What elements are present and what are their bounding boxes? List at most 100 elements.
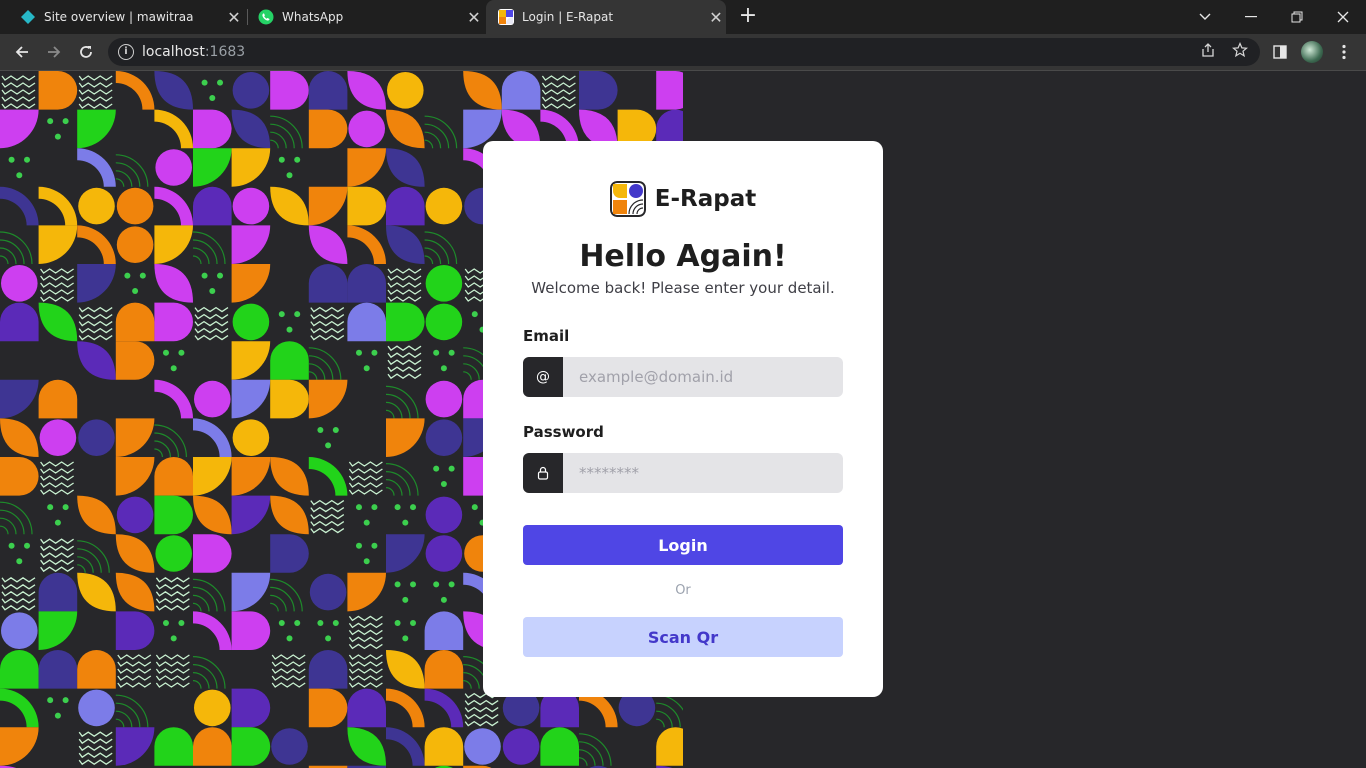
pattern-half-circle: [347, 186, 386, 226]
pattern-dots: [433, 581, 455, 603]
pattern-half-circle: [347, 302, 386, 342]
reload-icon: [80, 46, 92, 58]
side-panel-icon: [1273, 45, 1287, 59]
pattern-circle: [1, 265, 38, 302]
pattern-half-circle: [115, 341, 155, 380]
pattern-zigzag: [117, 654, 152, 688]
pattern-half-circle: [308, 650, 348, 689]
pattern-circle: [78, 419, 115, 457]
pattern-dots: [201, 79, 224, 102]
pattern-arcs: [424, 231, 458, 265]
pattern-zigzag: [1, 75, 36, 109]
info-icon[interactable]: i: [118, 44, 134, 60]
pattern-half-circle: [38, 379, 78, 419]
pattern-half-circle: [270, 71, 309, 110]
pattern-dots: [8, 156, 31, 179]
pattern-arcs: [308, 347, 342, 380]
share-icon[interactable]: [1198, 42, 1218, 62]
pattern-circle: [78, 187, 115, 225]
close-icon[interactable]: ✕: [464, 7, 484, 27]
reload-button[interactable]: [74, 40, 98, 64]
login-button[interactable]: Login: [523, 525, 843, 565]
pattern-half-circle: [193, 186, 232, 226]
pattern-zigzag: [387, 345, 422, 380]
pattern-circle: [39, 419, 77, 457]
pattern-dots: [355, 542, 378, 565]
pattern-arcs: [424, 115, 458, 149]
pattern-ring-arc: [77, 148, 116, 187]
menu-button[interactable]: [1332, 40, 1356, 64]
pattern-dots: [162, 349, 185, 372]
browser-tab-site-overview[interactable]: Site overview | mawitraa ✕: [8, 0, 244, 34]
pattern-leaf: [386, 109, 425, 149]
pattern-dots: [355, 349, 378, 372]
browser-toolbar: i localhost:1683: [0, 34, 1366, 70]
pattern-circle: [232, 419, 270, 457]
pattern-zigzag: [78, 75, 113, 109]
minimize-button[interactable]: [1228, 0, 1274, 34]
browser-tab-whatsapp[interactable]: WhatsApp ✕: [248, 0, 484, 34]
avatar: [1301, 41, 1323, 63]
pattern-half-circle: [231, 688, 271, 728]
pattern-zigzag: [1, 577, 36, 611]
or-divider-text: Or: [675, 583, 691, 598]
email-field[interactable]: [563, 357, 843, 397]
pattern-quarter-circle: [231, 457, 271, 496]
tab-search-button[interactable]: [1182, 0, 1228, 34]
pattern-half-circle: [115, 302, 155, 342]
pattern-arcs: [578, 733, 612, 766]
pattern-ring-arc: [386, 688, 425, 728]
pattern-zigzag: [40, 461, 74, 495]
pattern-leaf: [115, 534, 155, 573]
profile-button[interactable]: [1300, 40, 1324, 64]
pattern-leaf: [154, 71, 193, 110]
pattern-half-circle: [193, 534, 232, 573]
pattern-arcs: [77, 540, 110, 573]
pattern-ring-arc: [154, 379, 193, 419]
new-tab-button[interactable]: +: [736, 5, 760, 29]
close-icon[interactable]: ✕: [706, 7, 726, 27]
pattern-half-circle: [193, 109, 232, 149]
pattern-half-circle: [0, 302, 39, 342]
side-panel-button[interactable]: [1268, 40, 1292, 64]
pattern-arcs: [385, 385, 419, 419]
pattern-quarter-circle: [0, 109, 39, 149]
at-icon: @: [523, 357, 563, 397]
back-button[interactable]: [10, 40, 34, 64]
page-subtitle: Welcome back! Please enter your detail.: [531, 279, 835, 297]
star-icon[interactable]: [1230, 41, 1250, 62]
pattern-zigzag: [464, 692, 499, 727]
pattern-circle: [387, 72, 424, 109]
pattern-quarter-circle: [38, 225, 78, 264]
pattern-circle: [348, 110, 386, 148]
pattern-dots: [394, 619, 417, 642]
tab-title: Site overview | mawitraa: [44, 10, 194, 24]
pattern-ring-arc: [0, 186, 39, 226]
password-field[interactable]: [563, 453, 843, 493]
pattern-ring-arc: [424, 688, 464, 728]
pattern-arcs: [192, 656, 226, 689]
scan-qr-button[interactable]: Scan Qr: [523, 617, 843, 657]
pattern-half-circle: [424, 650, 464, 689]
pattern-half-circle: [424, 727, 464, 766]
arrow-right-icon: [48, 46, 61, 58]
pattern-half-circle: [386, 186, 425, 226]
pattern-arcs: [115, 694, 149, 728]
pattern-quarter-circle: [231, 495, 271, 535]
pattern-leaf: [154, 264, 193, 303]
pattern-leaf: [386, 650, 425, 689]
pattern-half-circle: [656, 71, 683, 110]
restore-button[interactable]: [1274, 0, 1320, 34]
url-host: localhost: [142, 44, 205, 60]
pattern-half-circle: [0, 650, 39, 689]
address-bar[interactable]: i localhost:1683: [108, 38, 1260, 66]
pattern-circle: [194, 380, 231, 418]
brand: E-Rapat: [483, 181, 883, 217]
pattern-ring-arc: [154, 186, 193, 226]
close-window-button[interactable]: [1320, 0, 1366, 34]
browser-tab-login[interactable]: Login | E-Rapat ✕: [486, 0, 726, 34]
forward-button[interactable]: [42, 40, 66, 64]
pattern-quarter-circle: [0, 727, 39, 766]
close-icon[interactable]: ✕: [224, 7, 244, 27]
pattern-arcs: [270, 115, 303, 149]
